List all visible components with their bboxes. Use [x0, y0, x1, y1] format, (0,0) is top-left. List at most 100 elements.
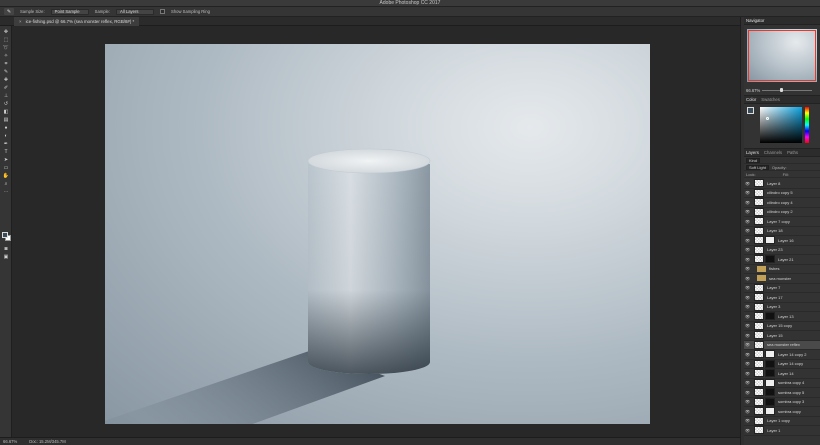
layer-row[interactable]: 👁 Layer 3 — [744, 302, 820, 312]
layer-thumbnail[interactable] — [754, 312, 764, 321]
layer-thumbnail[interactable] — [754, 416, 764, 425]
folder-icon[interactable] — [757, 275, 766, 282]
layer-thumbnail[interactable] — [754, 378, 764, 387]
layer-row[interactable]: 👁 Layer 15 — [744, 331, 820, 341]
layer-thumbnail[interactable] — [754, 236, 764, 245]
hand-icon[interactable]: ✋ — [2, 173, 10, 179]
eyedropper-preset-icon[interactable]: ✎ — [4, 8, 14, 15]
layer-thumbnail[interactable] — [754, 321, 764, 330]
layer-mask-thumbnail[interactable] — [765, 350, 775, 359]
eye-icon[interactable]: 👁 — [744, 285, 751, 290]
navigator-zoom-value[interactable]: 66.67% — [746, 88, 760, 93]
layer-thumbnail[interactable] — [754, 407, 764, 416]
layer-thumbnail[interactable] — [754, 179, 764, 188]
quick-mask-icon[interactable]: ◙ — [2, 246, 10, 252]
show-sampling-ring-checkbox[interactable] — [160, 9, 166, 14]
layer-row[interactable]: 👁 Layer 14 copy 2 — [744, 350, 820, 360]
navigator-view-box[interactable] — [748, 30, 816, 81]
layer-thumbnail[interactable] — [754, 426, 764, 435]
brush-icon[interactable]: ✐ — [2, 85, 10, 91]
layer-row[interactable]: 👁 Layer 16 — [744, 236, 820, 246]
quick-select-icon[interactable]: ✧ — [2, 53, 10, 59]
eye-icon[interactable]: 👁 — [744, 409, 751, 414]
eyedropper-icon[interactable]: ✎ — [2, 69, 10, 75]
layer-row[interactable]: 👁 Layer 17 — [744, 293, 820, 303]
layer-row[interactable]: 👁 cilindro copy 2 — [744, 207, 820, 217]
layer-mask-thumbnail[interactable] — [765, 312, 775, 321]
eye-icon[interactable]: 👁 — [744, 352, 751, 357]
sample-size-select[interactable]: Point Sample — [50, 8, 89, 15]
eye-icon[interactable]: 👁 — [744, 295, 751, 300]
eye-icon[interactable]: 👁 — [744, 257, 751, 262]
eye-icon[interactable]: 👁 — [744, 228, 751, 233]
tab-layers[interactable]: Layers — [746, 150, 759, 155]
status-zoom[interactable]: 66.67% — [3, 439, 17, 444]
layer-row[interactable]: 👁 cilindro copy 4 — [744, 198, 820, 208]
move-icon[interactable]: ✥ — [2, 29, 10, 35]
layer-thumbnail[interactable] — [754, 293, 764, 302]
stamp-icon[interactable]: ⊥ — [2, 93, 10, 99]
folder-icon[interactable] — [757, 265, 766, 272]
eye-icon[interactable]: 👁 — [744, 276, 751, 281]
screen-mode-icon[interactable]: ▣ — [2, 254, 10, 260]
eye-icon[interactable]: 👁 — [744, 390, 751, 395]
layer-row[interactable]: 👁 Layer 13 — [744, 312, 820, 322]
layer-thumbnail[interactable] — [754, 245, 764, 254]
layer-mask-thumbnail[interactable] — [765, 359, 775, 368]
close-icon[interactable]: × — [19, 19, 22, 24]
layer-thumbnail[interactable] — [754, 359, 764, 368]
pen-icon[interactable]: ✒ — [2, 141, 10, 147]
layer-thumbnail[interactable] — [754, 198, 764, 207]
layer-row[interactable]: 👁 sombra copy — [744, 407, 820, 417]
eye-icon[interactable]: 👁 — [744, 399, 751, 404]
layer-mask-thumbnail[interactable] — [765, 255, 775, 264]
layer-mask-thumbnail[interactable] — [765, 236, 775, 245]
layer-thumbnail[interactable] — [754, 255, 764, 264]
eraser-icon[interactable]: ◧ — [2, 109, 10, 115]
canvas-area[interactable] — [12, 26, 740, 437]
tab-swatches[interactable]: Swatches — [761, 97, 780, 102]
layer-mask-thumbnail[interactable] — [765, 388, 775, 397]
layer-thumbnail[interactable] — [754, 283, 764, 292]
eye-icon[interactable]: 👁 — [744, 190, 751, 195]
layer-row[interactable]: 👁 Layer 14 — [744, 369, 820, 379]
document-tab[interactable]: × ice-fishing.psd @ 66.7% (sea monster r… — [14, 17, 140, 26]
layer-thumbnail[interactable] — [754, 369, 764, 378]
eye-icon[interactable]: 👁 — [744, 247, 751, 252]
sample-select[interactable]: All Layers — [116, 8, 155, 15]
blur-icon[interactable]: ● — [2, 125, 10, 131]
layer-row[interactable]: 👁 sombra copy 3 — [744, 397, 820, 407]
eye-icon[interactable]: 👁 — [744, 342, 751, 347]
type-icon[interactable]: T — [2, 149, 10, 155]
layer-row[interactable]: 👁 Layer 23 — [744, 245, 820, 255]
eye-icon[interactable]: 👁 — [744, 181, 751, 186]
layers-list[interactable]: 👁 Layer 8 👁 cilindro copy 5 👁 cilindro copy 4… — [744, 179, 820, 445]
healing-icon[interactable]: ✚ — [2, 77, 10, 83]
eye-icon[interactable]: 👁 — [744, 314, 751, 319]
layer-thumbnail[interactable] — [754, 331, 764, 340]
gradient-icon[interactable]: ▤ — [2, 117, 10, 123]
dodge-icon[interactable]: ◐ — [2, 133, 10, 139]
layer-row[interactable]: 👁 Layer 8 — [744, 179, 820, 189]
eye-icon[interactable]: 👁 — [744, 371, 751, 376]
tab-navigator[interactable]: Navigator — [746, 18, 764, 23]
layer-row[interactable]: 👁 Layer 1 — [744, 426, 820, 436]
layer-thumbnail[interactable] — [754, 397, 764, 406]
layer-row[interactable]: 👁 Layer 1 copy — [744, 416, 820, 426]
layer-thumbnail[interactable] — [754, 188, 764, 197]
layer-row[interactable]: 👁 sombra copy 4 — [744, 378, 820, 388]
layer-filter-kind[interactable]: Kind — [746, 157, 761, 163]
layer-mask-thumbnail[interactable] — [765, 397, 775, 406]
more-tools-icon[interactable]: ⋯ — [2, 189, 10, 195]
hue-slider[interactable] — [805, 107, 809, 143]
navigator-zoom-knob[interactable] — [780, 88, 783, 92]
color-foreground-swatch[interactable] — [747, 107, 754, 114]
zoom-icon[interactable]: ⌕ — [2, 181, 10, 187]
layer-row[interactable]: 👁 sea monster reflex — [744, 340, 820, 350]
document-canvas[interactable] — [105, 44, 650, 424]
layer-row[interactable]: 👁 cilindro copy 5 — [744, 188, 820, 198]
tab-color[interactable]: Color — [746, 97, 756, 102]
crop-icon[interactable]: ⌗ — [2, 61, 10, 67]
layer-thumbnail[interactable] — [754, 217, 764, 226]
eye-icon[interactable]: 👁 — [744, 428, 751, 433]
